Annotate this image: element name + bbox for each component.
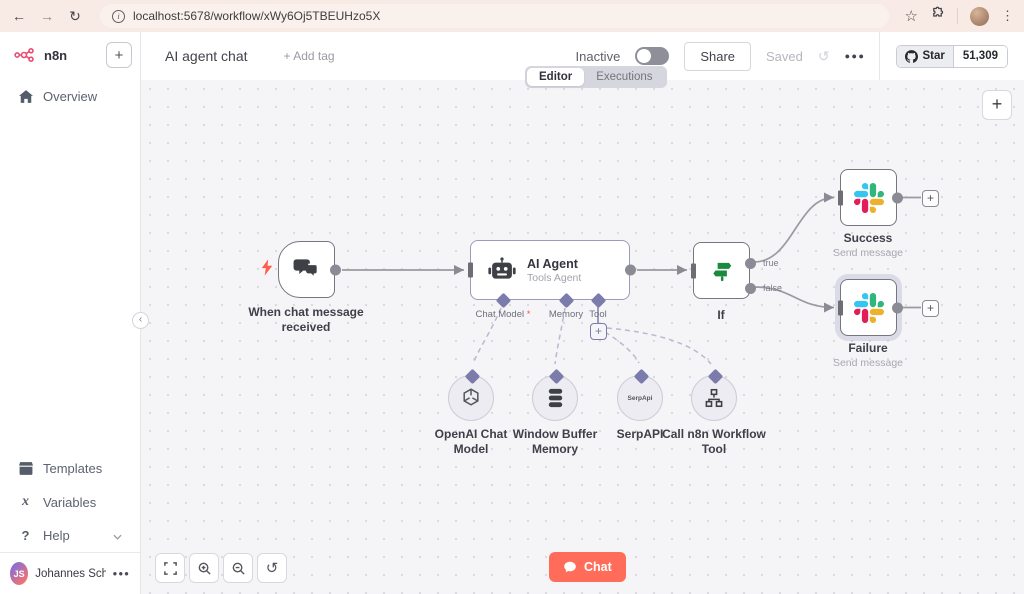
input-handle — [838, 300, 843, 315]
sidebar: n8n + Overview Templates x Variables ? H… — [0, 32, 141, 594]
output-true-handle[interactable] — [744, 257, 756, 269]
if-signpost-icon — [712, 262, 731, 281]
slack-icon — [853, 292, 884, 323]
zoom-in-button[interactable] — [189, 553, 219, 583]
node-label: If — [717, 308, 725, 322]
node-chat-trigger[interactable] — [261, 241, 341, 298]
address-bar[interactable]: i localhost:5678/workflow/xWy6Oj5TBEUHzo… — [100, 4, 889, 28]
output-handle[interactable] — [891, 302, 903, 313]
n8n-logo-icon — [14, 47, 34, 62]
divider — [957, 8, 958, 24]
user-options-icon[interactable]: ●●● — [113, 569, 131, 578]
output-handle[interactable] — [624, 264, 636, 276]
sidebar-item-templates[interactable]: Templates — [0, 452, 140, 485]
subnode-openai-chat-model[interactable] — [448, 368, 494, 421]
saved-status: Saved — [766, 48, 803, 64]
chevron-down-icon — [113, 528, 122, 543]
workflow-canvas[interactable]: When chat message received AI Agent Tool… — [141, 80, 1024, 594]
n8n-logo[interactable]: n8n — [14, 47, 67, 63]
agent-title: AI Agent — [527, 256, 578, 271]
agent-subtitle: Tools Agent — [527, 271, 582, 284]
node-label: Success Send message — [832, 231, 904, 259]
output-handle[interactable] — [891, 192, 903, 203]
chat-bubbles-icon — [293, 258, 319, 279]
bookmark-star-icon[interactable]: ☆ — [905, 7, 918, 25]
trigger-bolt-icon — [260, 258, 274, 281]
forward-icon[interactable]: → — [38, 8, 56, 24]
reset-icon: ↺ — [265, 560, 279, 577]
github-star-button[interactable]: Star 51,309 — [896, 44, 1008, 68]
browser-menu-icon[interactable]: ⋮ — [1001, 8, 1014, 24]
subnode-serpapi[interactable]: SerpApi — [617, 368, 663, 421]
user-menu[interactable]: JS Johannes Schn... ●●● — [0, 552, 140, 594]
node-if[interactable] — [691, 242, 756, 299]
active-state-label: Inactive — [575, 48, 621, 64]
openai-icon — [463, 388, 479, 406]
github-icon — [905, 49, 919, 63]
port-label-tool: Tool — [589, 309, 607, 320]
subnode-window-buffer-memory[interactable] — [532, 368, 578, 421]
sidebar-item-variables[interactable]: x Variables — [0, 485, 140, 519]
output-handle[interactable] — [329, 264, 341, 275]
url-text: localhost:5678/workflow/xWy6Oj5TBEUHzo5X — [133, 9, 381, 23]
tab-executions[interactable]: Executions — [584, 68, 664, 86]
add-node-button[interactable]: + — [922, 300, 939, 317]
sidebar-item-help[interactable]: ? Help — [0, 519, 140, 552]
input-handle — [468, 262, 473, 278]
input-handle — [838, 190, 843, 205]
robot-icon — [488, 257, 516, 279]
output-true-label: true — [763, 258, 779, 268]
chat-bubble-icon — [564, 561, 576, 573]
home-icon — [18, 90, 33, 103]
back-icon[interactable]: ← — [10, 8, 28, 24]
subnode-label: Call n8n Workflow Tool — [662, 427, 766, 456]
node-label: Failure Send message — [832, 341, 904, 369]
chat-button[interactable]: Chat — [549, 552, 626, 582]
subnode-call-n8n-workflow-tool[interactable] — [691, 368, 737, 421]
browser-profile-avatar[interactable] — [970, 6, 989, 26]
tab-editor[interactable]: Editor — [527, 68, 585, 86]
sidebar-collapse-button[interactable]: ‹ — [132, 312, 149, 329]
zoom-out-icon — [232, 562, 245, 575]
workflow-title[interactable]: AI agent chat — [165, 48, 248, 64]
share-button[interactable]: Share — [684, 41, 752, 71]
variable-x-icon: x — [22, 494, 29, 509]
zoom-out-button[interactable] — [223, 553, 253, 583]
node-ai-agent[interactable]: AI Agent Tools Agent — [468, 240, 636, 300]
node-label: When chat message received — [248, 305, 364, 334]
add-node-button[interactable]: + — [922, 190, 939, 207]
fit-view-button[interactable] — [155, 553, 185, 583]
node-success[interactable] — [838, 169, 903, 226]
reset-zoom-button[interactable]: ↺ — [257, 553, 287, 583]
zoom-in-icon — [198, 562, 211, 575]
reload-icon[interactable]: ↻ — [66, 8, 84, 25]
add-tool-button[interactable]: + — [590, 323, 607, 340]
connection-wires — [342, 192, 921, 365]
browser-toolbar: ← → ↻ i localhost:5678/workflow/xWy6Oj5T… — [0, 0, 1024, 32]
workflow-menu-icon[interactable]: ●●● — [845, 51, 866, 61]
output-false-label: false — [763, 283, 783, 293]
output-false-handle[interactable] — [744, 282, 756, 294]
star-count: 51,309 — [952, 45, 1007, 67]
site-info-icon[interactable]: i — [112, 9, 125, 23]
help-icon: ? — [21, 528, 30, 543]
box-icon — [18, 462, 33, 475]
avatar: JS — [10, 562, 29, 585]
input-handle — [691, 263, 696, 278]
add-node-canvas-button[interactable]: + — [982, 90, 1012, 120]
view-tabs: Editor Executions — [525, 66, 667, 88]
extensions-icon[interactable] — [930, 6, 945, 26]
sitemap-icon — [705, 388, 723, 408]
add-tag-button[interactable]: + Add tag — [284, 49, 335, 63]
node-failure[interactable] — [838, 279, 903, 336]
history-icon[interactable]: ↺ — [818, 48, 830, 65]
slack-icon — [853, 182, 884, 213]
sidebar-item-overview[interactable]: Overview — [0, 80, 140, 113]
serpapi-icon: SerpApi — [627, 394, 653, 402]
database-icon — [548, 388, 562, 408]
activate-toggle[interactable] — [635, 47, 670, 65]
fit-view-icon — [163, 561, 177, 575]
add-workflow-button[interactable]: + — [106, 42, 132, 68]
